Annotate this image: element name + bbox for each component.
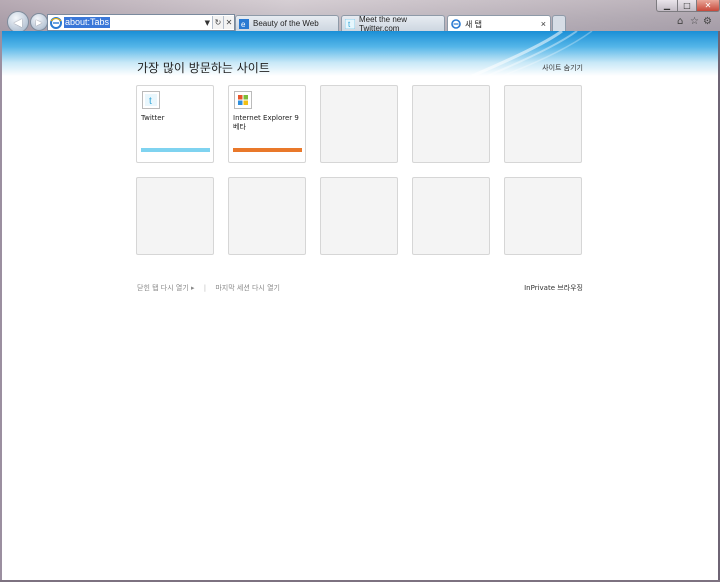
page-title: 가장 많이 방문하는 사이트 <box>137 61 270 75</box>
minimize-button[interactable]: ▁ <box>656 0 678 12</box>
minimize-icon: ▁ <box>663 1 671 10</box>
empty-site-tile <box>320 177 398 255</box>
empty-site-tile <box>136 177 214 255</box>
address-input[interactable]: about:Tabs <box>64 17 111 28</box>
twitter-icon: t <box>345 18 355 29</box>
gear-icon[interactable]: ⚙ <box>703 16 712 27</box>
inprivate-browsing-link[interactable]: InPrivate 브라우징 <box>502 283 583 293</box>
empty-site-tile <box>320 85 398 163</box>
tab-meet-the-new-twitter[interactable]: t Meet the new Twitter.com <box>341 14 445 33</box>
tab-beauty-of-the-web[interactable]: e Beauty of the Web <box>235 15 339 31</box>
reopen-last-session-link[interactable]: 마지막 세션 다시 열기 <box>215 284 280 292</box>
address-bar[interactable]: about:Tabs ▼ ↻ ✕ <box>47 14 235 31</box>
site-tile-title: Internet Explorer 9 베타 <box>233 114 299 131</box>
empty-site-tile <box>412 177 490 255</box>
maximize-button[interactable]: □ <box>677 0 697 12</box>
footer-separator: | <box>203 284 207 292</box>
address-dropdown-icon[interactable]: ▼ <box>205 19 210 27</box>
back-button[interactable]: ◀ <box>7 11 29 33</box>
favorites-star-icon[interactable]: ☆ <box>690 16 699 27</box>
arrow-left-icon: ◀ <box>13 15 23 29</box>
footer-links: 닫힌 탭 다시 열기 ▸ | 마지막 세션 다시 열기 <box>137 283 280 293</box>
arrow-right-icon: ▶ <box>35 17 43 27</box>
forward-button[interactable]: ▶ <box>30 13 48 31</box>
maximize-icon: □ <box>683 1 691 10</box>
home-icon[interactable]: ⌂ <box>677 16 683 27</box>
tab-label: Beauty of the Web <box>253 19 319 28</box>
page-content: 가장 많이 방문하는 사이트 사이트 숨기기 t Twitter Interne… <box>2 31 718 580</box>
reopen-closed-tabs-link[interactable]: 닫힌 탭 다시 열기 <box>137 284 189 292</box>
windows-icon <box>234 91 252 109</box>
empty-site-tile <box>228 177 306 255</box>
chevron-right-icon[interactable]: ▸ <box>191 284 195 292</box>
empty-site-tile <box>504 85 582 163</box>
site-tile-title: Twitter <box>141 114 165 122</box>
refresh-button[interactable]: ↻ <box>212 16 223 29</box>
empty-site-tile <box>504 177 582 255</box>
stop-icon: ✕ <box>225 18 233 27</box>
stop-button[interactable]: ✕ <box>223 16 234 29</box>
site-tile-twitter[interactable]: t Twitter <box>136 85 214 163</box>
site-tile-ie9-beta[interactable]: Internet Explorer 9 베타 <box>228 85 306 163</box>
ie-icon: e <box>239 18 249 29</box>
tab-label: 새 탭 <box>465 19 482 29</box>
ie-icon <box>451 19 461 29</box>
hide-sites-link[interactable]: 사이트 숨기기 <box>532 63 583 73</box>
empty-site-tile <box>412 85 490 163</box>
tab-label: Meet the new Twitter.com <box>359 14 408 33</box>
svg-text:e: e <box>241 20 246 29</box>
site-color-bar <box>141 148 210 152</box>
close-icon: ✕ <box>704 1 712 10</box>
banner-swoosh <box>471 31 593 76</box>
new-tab-button[interactable] <box>552 15 566 32</box>
site-color-bar <box>233 148 302 152</box>
refresh-icon: ↻ <box>214 18 222 27</box>
window-border-left <box>0 31 2 582</box>
tab-new-tab[interactable]: 새 탭 × <box>447 15 551 32</box>
ie-icon <box>50 16 62 29</box>
twitter-icon: t <box>142 91 160 109</box>
close-tab-button[interactable]: × <box>541 19 546 29</box>
close-window-button[interactable]: ✕ <box>696 0 720 12</box>
svg-text:t: t <box>149 96 152 106</box>
